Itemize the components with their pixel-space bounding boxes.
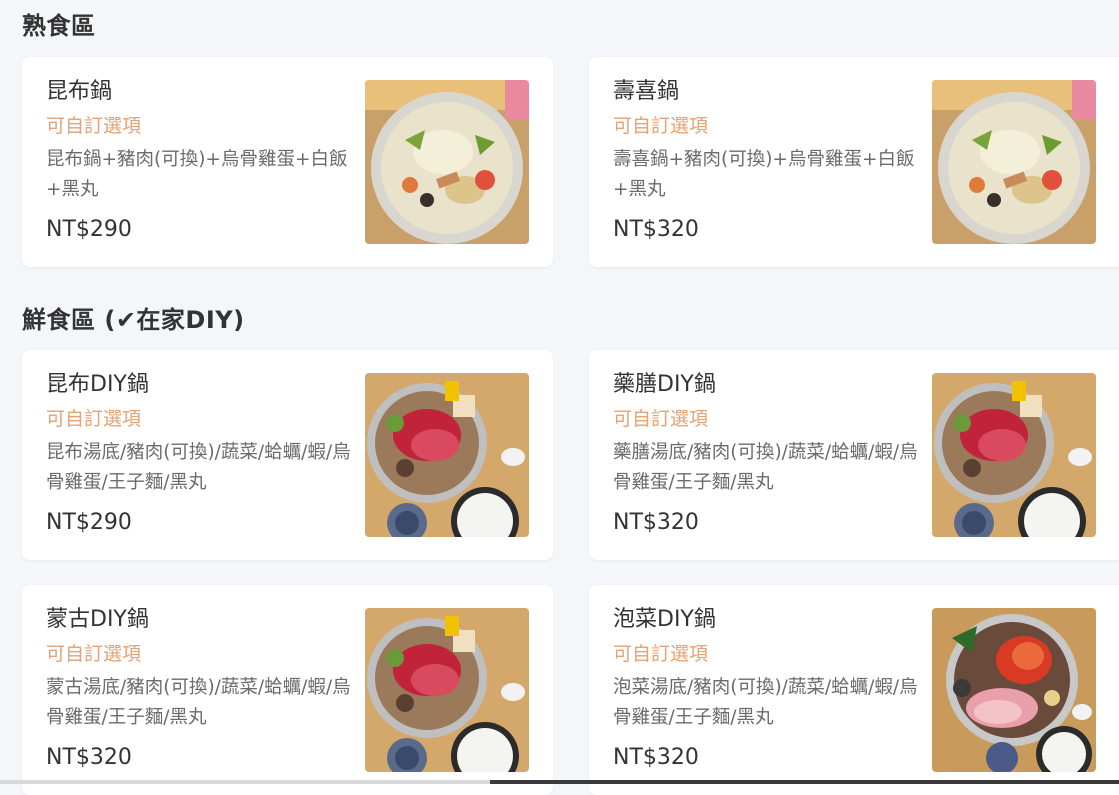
horizontal-scrollbar-thumb[interactable]: [490, 780, 1119, 784]
hotpot-photo[interactable]: [932, 80, 1096, 244]
menu-item-card[interactable]: 藥膳DIY鍋 可自訂選項 藥膳湯底/豬肉(可換)/蔬菜/蛤蠣/蝦/烏骨雞蛋/王子…: [589, 350, 1119, 560]
section-title-fresh-diy: 鮮食區 (✔在家DIY): [22, 306, 245, 334]
diy-hotpot-photo[interactable]: [365, 373, 529, 537]
hotpot-photo[interactable]: [365, 80, 529, 244]
section-title-cooked: 熟食區: [22, 12, 96, 40]
item-description: 壽喜鍋+豬肉(可換)+烏骨雞蛋+白飯+黑丸: [613, 149, 915, 200]
item-description: 蒙古湯底/豬肉(可換)/蔬菜/蛤蠣/蝦/烏骨雞蛋/王子麵/黑丸: [46, 677, 351, 728]
kimchi-hotpot-photo[interactable]: [932, 608, 1096, 772]
item-description: 昆布鍋+豬肉(可換)+烏骨雞蛋+白飯+黑丸: [46, 149, 348, 200]
item-description: 藥膳湯底/豬肉(可換)/蔬菜/蛤蠣/蝦/烏骨雞蛋/王子麵/黑丸: [613, 442, 918, 493]
menu-item-card[interactable]: 蒙古DIY鍋 可自訂選項 蒙古湯底/豬肉(可換)/蔬菜/蛤蠣/蝦/烏骨雞蛋/王子…: [22, 585, 553, 795]
menu-item-card[interactable]: 昆布DIY鍋 可自訂選項 昆布湯底/豬肉(可換)/蔬菜/蛤蠣/蝦/烏骨雞蛋/王子…: [22, 350, 553, 560]
diy-hotpot-photo[interactable]: [932, 373, 1096, 537]
menu-item-card[interactable]: 昆布鍋 可自訂選項 昆布鍋+豬肉(可換)+烏骨雞蛋+白飯+黑丸 NT$290: [22, 57, 553, 267]
item-description: 昆布湯底/豬肉(可換)/蔬菜/蛤蠣/蝦/烏骨雞蛋/王子麵/黑丸: [46, 442, 351, 493]
item-description: 泡菜湯底/豬肉(可換)/蔬菜/蛤蠣/蝦/烏骨雞蛋/王子麵/黑丸: [613, 677, 918, 728]
menu-item-card[interactable]: 壽喜鍋 可自訂選項 壽喜鍋+豬肉(可換)+烏骨雞蛋+白飯+黑丸 NT$320: [589, 57, 1119, 267]
menu-item-card[interactable]: 泡菜DIY鍋 可自訂選項 泡菜湯底/豬肉(可換)/蔬菜/蛤蠣/蝦/烏骨雞蛋/王子…: [589, 585, 1119, 795]
diy-hotpot-photo[interactable]: [365, 608, 529, 772]
